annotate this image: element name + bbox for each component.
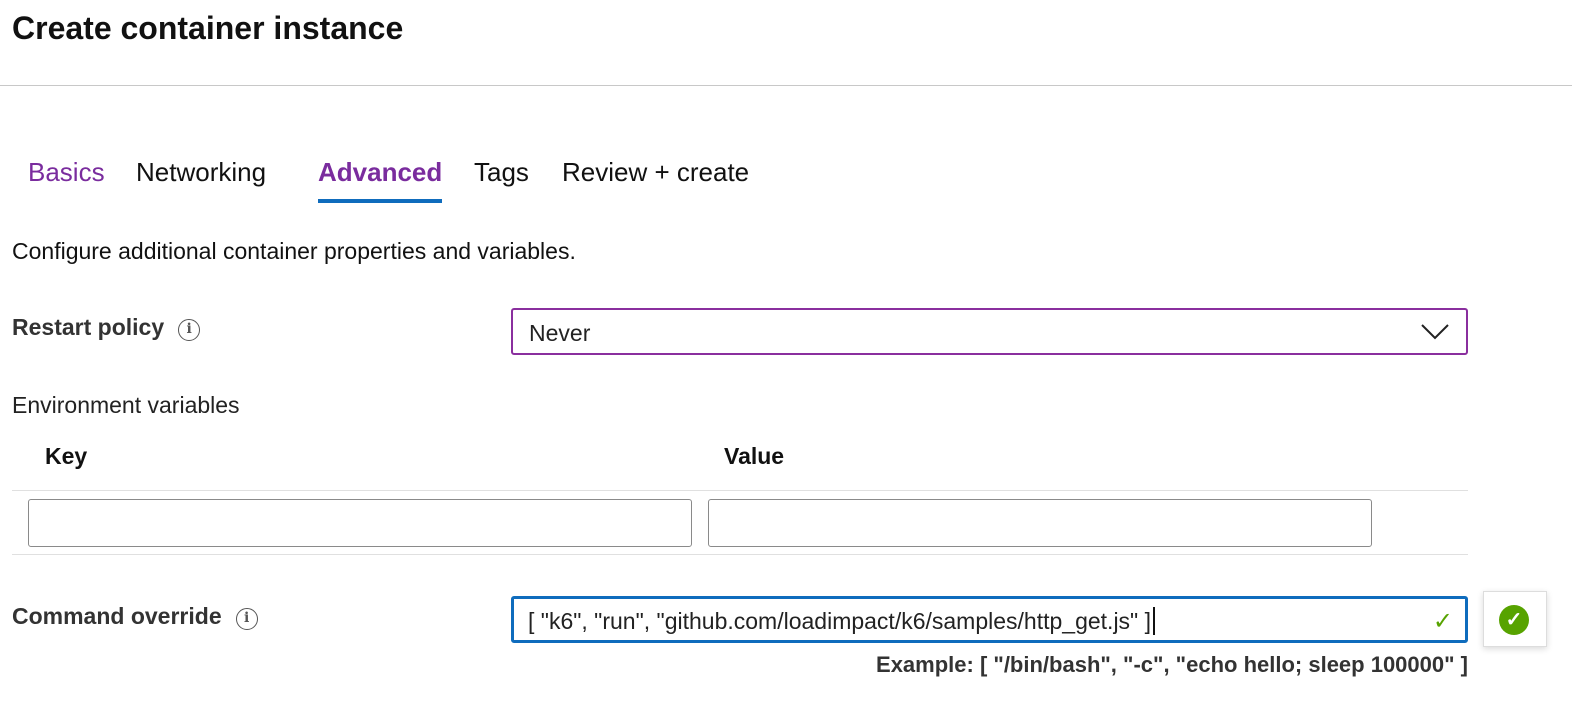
- validation-tooltip: ✓: [1483, 591, 1547, 647]
- restart-policy-select[interactable]: Never: [511, 308, 1468, 355]
- command-override-label: Command override i: [12, 603, 258, 630]
- page-title: Create container instance: [12, 10, 404, 46]
- divider: [0, 85, 1572, 86]
- tab-tags[interactable]: Tags: [474, 157, 529, 188]
- env-key-input[interactable]: [28, 499, 692, 547]
- info-icon[interactable]: i: [178, 319, 201, 341]
- command-override-input[interactable]: [ "k6", "run", "github.com/loadimpact/k6…: [511, 596, 1468, 643]
- active-tab-indicator: [318, 199, 442, 203]
- divider: [12, 554, 1468, 555]
- info-icon[interactable]: i: [235, 608, 258, 630]
- section-description: Configure additional container propertie…: [12, 238, 576, 264]
- value-column-header: Value: [724, 443, 785, 469]
- env-value-input[interactable]: [708, 499, 1372, 547]
- divider: [12, 490, 1468, 491]
- command-example-hint: Example: [ "/bin/bash", "-c", "echo hell…: [876, 652, 1468, 677]
- text-caret: [1153, 607, 1155, 635]
- tab-basics[interactable]: Basics: [28, 157, 105, 188]
- restart-policy-label: Restart policy i: [12, 314, 201, 341]
- key-column-header: Key: [45, 443, 88, 469]
- chevron-down-icon: [1421, 324, 1449, 340]
- success-check-icon: ✓: [1499, 605, 1529, 635]
- command-override-label-text: Command override: [12, 603, 222, 629]
- restart-policy-value: Never: [529, 320, 591, 346]
- checkmark-icon: ✓: [1432, 608, 1453, 635]
- command-value: [ "k6", "run", "github.com/loadimpact/k6…: [528, 608, 1151, 634]
- tab-advanced[interactable]: Advanced: [318, 157, 442, 188]
- env-vars-label: Environment variables: [12, 392, 240, 418]
- tab-networking[interactable]: Networking: [136, 157, 266, 188]
- restart-policy-label-text: Restart policy: [12, 314, 165, 340]
- tab-review-create[interactable]: Review + create: [562, 157, 749, 188]
